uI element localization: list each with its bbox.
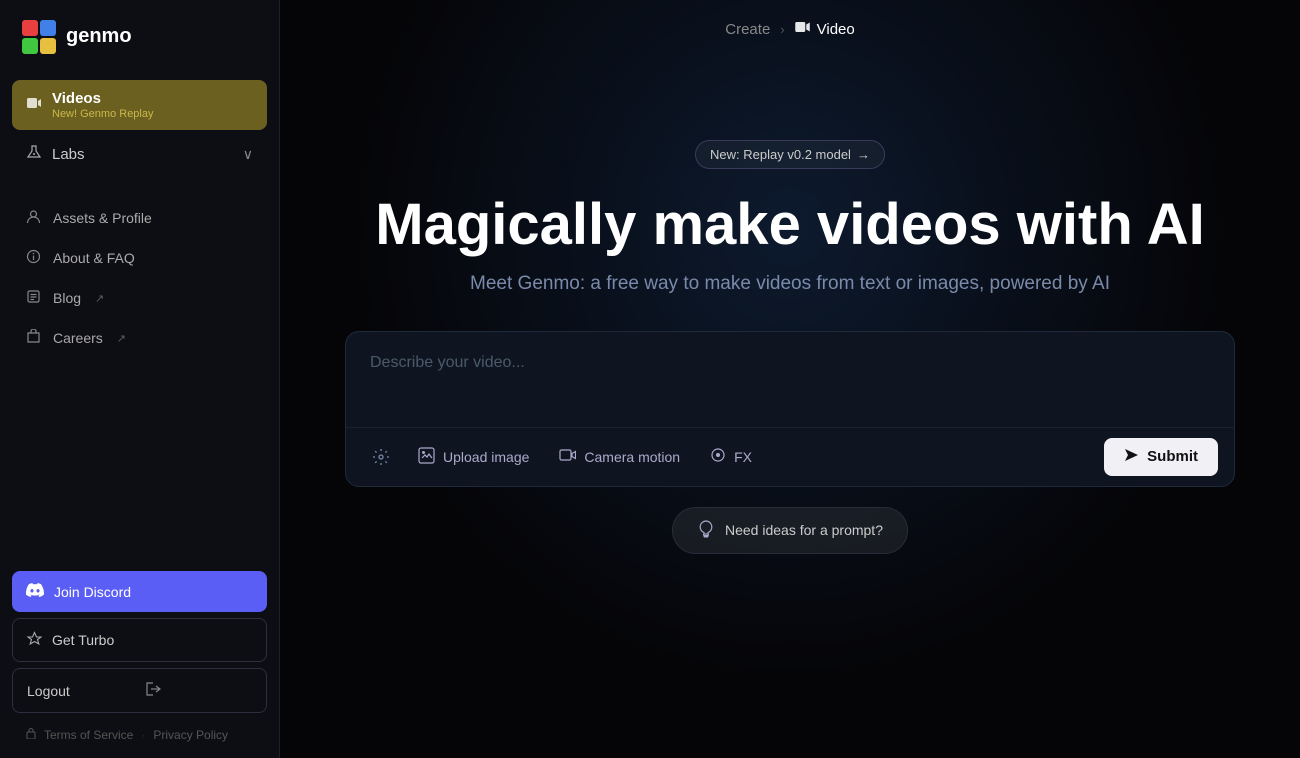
get-turbo-button[interactable]: Get Turbo	[12, 618, 267, 662]
sidebar-item-about-faq[interactable]: About & FAQ	[12, 239, 267, 277]
fx-icon	[710, 447, 726, 466]
labs-label: Labs	[52, 146, 233, 163]
careers-icon	[26, 329, 41, 347]
fx-button[interactable]: FX	[698, 439, 764, 474]
hero-title: Magically make videos with AI	[375, 193, 1204, 257]
hero-subtitle: Meet Genmo: a free way to make videos fr…	[470, 273, 1110, 295]
prompt-container: Upload image Camera motion FX	[345, 331, 1235, 487]
submit-label: Submit	[1147, 448, 1198, 465]
settings-icon-button[interactable]	[362, 440, 400, 474]
prompt-input[interactable]	[346, 332, 1234, 422]
breadcrumb-create: Create	[725, 21, 770, 38]
careers-label: Careers	[53, 330, 103, 346]
upload-image-button[interactable]: Upload image	[406, 439, 541, 475]
badge-text: New: Replay v0.2 model	[710, 147, 851, 162]
chevron-down-icon: ∨	[243, 146, 253, 163]
nav-item-labs[interactable]: Labs ∨	[12, 134, 267, 175]
lock-icon	[26, 727, 36, 742]
videos-sublabel: New! Genmo Replay	[52, 108, 154, 120]
sidebar: genmo Videos New! Genmo Replay Labs ∨	[0, 0, 280, 758]
footer-links: Terms of Service · Privacy Policy	[12, 719, 267, 750]
sidebar-middle-links: Assets & Profile About & FAQ Blog ↗ Care…	[0, 183, 279, 563]
nav-section: Videos New! Genmo Replay Labs ∨	[0, 72, 279, 183]
upload-icon	[418, 447, 435, 467]
logout-icon	[145, 681, 253, 700]
logo-text: genmo	[66, 25, 132, 48]
discord-icon	[26, 583, 44, 600]
ideas-icon	[697, 520, 715, 541]
send-icon	[1124, 448, 1139, 466]
about-faq-label: About & FAQ	[53, 250, 135, 266]
camera-motion-button[interactable]: Camera motion	[547, 440, 692, 473]
labs-icon	[26, 144, 42, 165]
join-discord-label: Join Discord	[54, 584, 131, 600]
terms-link[interactable]: Terms of Service	[44, 728, 133, 742]
camera-motion-label: Camera motion	[584, 449, 680, 465]
camera-icon	[559, 448, 576, 465]
hero-section: New: Replay v0.2 model → Magically make …	[280, 140, 1300, 554]
blog-icon	[26, 289, 41, 307]
assets-profile-label: Assets & Profile	[53, 210, 152, 226]
logout-button[interactable]: Logout	[12, 668, 267, 713]
external-link-icon: ↗	[95, 292, 104, 305]
main-content: Create › Video New: Replay v0.2 model → …	[280, 0, 1300, 758]
video-cam-icon	[795, 20, 811, 38]
sidebar-item-assets-profile[interactable]: Assets & Profile	[12, 199, 267, 237]
breadcrumb-separator: ›	[780, 22, 784, 37]
videos-nav-text: Videos New! Genmo Replay	[52, 90, 154, 120]
person-icon	[26, 209, 41, 227]
prompt-toolbar: Upload image Camera motion FX	[346, 427, 1234, 486]
videos-label: Videos	[52, 90, 154, 107]
sidebar-item-blog[interactable]: Blog ↗	[12, 279, 267, 317]
logout-label: Logout	[27, 683, 135, 699]
breadcrumb: Create › Video	[725, 20, 854, 38]
ideas-label: Need ideas for a prompt?	[725, 522, 883, 538]
nav-item-videos[interactable]: Videos New! Genmo Replay	[12, 80, 267, 130]
join-discord-button[interactable]: Join Discord	[12, 571, 267, 612]
turbo-icon	[27, 631, 42, 649]
blog-label: Blog	[53, 290, 81, 306]
prompt-ideas-button[interactable]: Need ideas for a prompt?	[672, 507, 908, 554]
breadcrumb-video: Video	[795, 20, 855, 38]
video-icon	[26, 95, 42, 116]
genmo-logo	[20, 18, 56, 54]
info-icon	[26, 249, 41, 267]
external-link-icon-careers: ↗	[117, 332, 126, 345]
sidebar-item-careers[interactable]: Careers ↗	[12, 319, 267, 357]
submit-button[interactable]: Submit	[1104, 438, 1218, 476]
privacy-link[interactable]: Privacy Policy	[153, 728, 228, 742]
get-turbo-label: Get Turbo	[52, 632, 114, 648]
badge-arrow-icon: →	[857, 147, 870, 162]
upload-image-label: Upload image	[443, 449, 529, 465]
logo-area: genmo	[0, 0, 279, 72]
replay-badge[interactable]: New: Replay v0.2 model →	[695, 140, 885, 169]
sidebar-bottom: Join Discord Get Turbo Logout Terms of S…	[0, 563, 279, 758]
fx-label: FX	[734, 449, 752, 465]
